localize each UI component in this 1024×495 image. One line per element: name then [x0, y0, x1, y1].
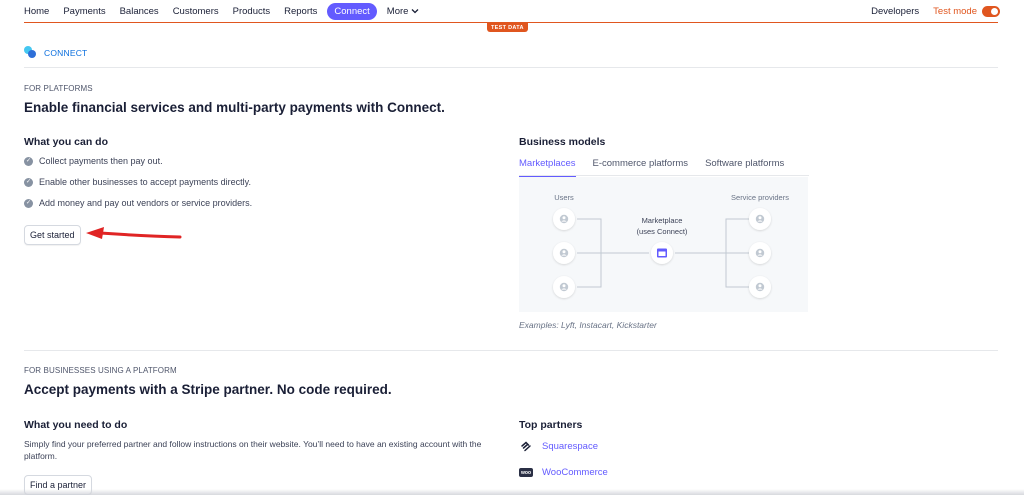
diagram-graphic: Users Service providers Marketplace (use… — [553, 193, 789, 298]
toggle-switch-icon[interactable] — [982, 5, 1000, 17]
platforms-title: Enable financial services and multi-part… — [24, 100, 445, 115]
window-edge — [0, 489, 1024, 495]
nav-right: Developers Test mode — [871, 0, 1000, 22]
platforms-eyebrow: FOR PLATFORMS — [24, 84, 93, 93]
marketplace-label: Marketplace — [642, 216, 683, 225]
connect-title: CONNECT — [44, 47, 88, 58]
partner-woocommerce[interactable]: woo WooCommerce — [519, 467, 608, 478]
feature-text: Add money and pay out vendors or service… — [39, 198, 253, 208]
nav-connect[interactable]: Connect — [327, 2, 377, 20]
annotation-arrow-icon — [86, 227, 182, 239]
tab-divider — [519, 175, 809, 176]
user-icon — [749, 276, 771, 298]
get-started-button[interactable]: Get started — [24, 225, 81, 245]
chevron-down-icon — [411, 9, 419, 14]
partner-name[interactable]: Squarespace — [542, 441, 598, 452]
service-providers-label: Service providers — [731, 193, 789, 202]
check-circle-icon: ✓ — [24, 177, 33, 187]
check-circle-icon: ✓ — [24, 156, 33, 166]
nav-customers[interactable]: Customers — [173, 4, 219, 19]
feature-item: ✓ Add money and pay out vendors or servi… — [24, 198, 252, 208]
nav-home[interactable]: Home — [24, 4, 49, 19]
user-icon — [553, 208, 575, 230]
nav-more-label: More — [386, 5, 409, 17]
feature-text: Enable other businesses to accept paymen… — [39, 177, 251, 187]
connect-header: CONNECT — [24, 46, 87, 59]
storefront-icon — [651, 242, 673, 264]
divider — [24, 67, 998, 68]
top-partners-heading: Top partners — [519, 419, 583, 431]
examples-caption: Examples: Lyft, Instacart, Kickstarter — [519, 320, 657, 330]
nav-payments[interactable]: Payments — [63, 4, 105, 19]
partner-name[interactable]: WooCommerce — [542, 467, 608, 478]
nav-reports[interactable]: Reports — [284, 4, 317, 19]
uses-connect-label: (uses Connect) — [637, 227, 688, 236]
squarespace-icon — [519, 441, 533, 452]
user-icon — [553, 242, 575, 264]
divider — [24, 350, 998, 351]
connect-logo-icon — [24, 46, 37, 59]
what-you-can-do-heading: What you can do — [24, 136, 108, 148]
businesses-eyebrow: FOR BUSINESSES USING A PLATFORM — [24, 366, 177, 375]
business-models-heading: Business models — [519, 136, 606, 148]
test-data-badge: TEST DATA — [487, 23, 528, 32]
feature-text: Collect payments then pay out. — [39, 156, 163, 166]
test-mode-toggle[interactable]: Test mode — [933, 5, 1000, 17]
user-icon — [749, 242, 771, 264]
businesses-title: Accept payments with a Stripe partner. N… — [24, 382, 392, 397]
nav-more[interactable]: More — [387, 4, 420, 19]
businesses-description: Simply find your preferred partner and f… — [24, 439, 482, 461]
developers-link[interactable]: Developers — [871, 6, 919, 17]
check-circle-icon: ✓ — [24, 198, 33, 208]
woocommerce-icon: woo — [519, 468, 533, 477]
feature-item: ✓ Enable other businesses to accept paym… — [24, 177, 251, 187]
what-you-need-heading: What you need to do — [24, 419, 128, 431]
marketplace-diagram: Users Service providers Marketplace (use… — [519, 177, 808, 312]
users-label: Users — [554, 193, 574, 202]
user-icon — [553, 276, 575, 298]
test-mode-label: Test mode — [933, 5, 977, 17]
nav-products[interactable]: Products — [233, 4, 271, 19]
nav-balances[interactable]: Balances — [120, 4, 159, 19]
user-icon — [749, 208, 771, 230]
partner-squarespace[interactable]: Squarespace — [519, 441, 598, 452]
feature-item: ✓ Collect payments then pay out. — [24, 156, 163, 166]
